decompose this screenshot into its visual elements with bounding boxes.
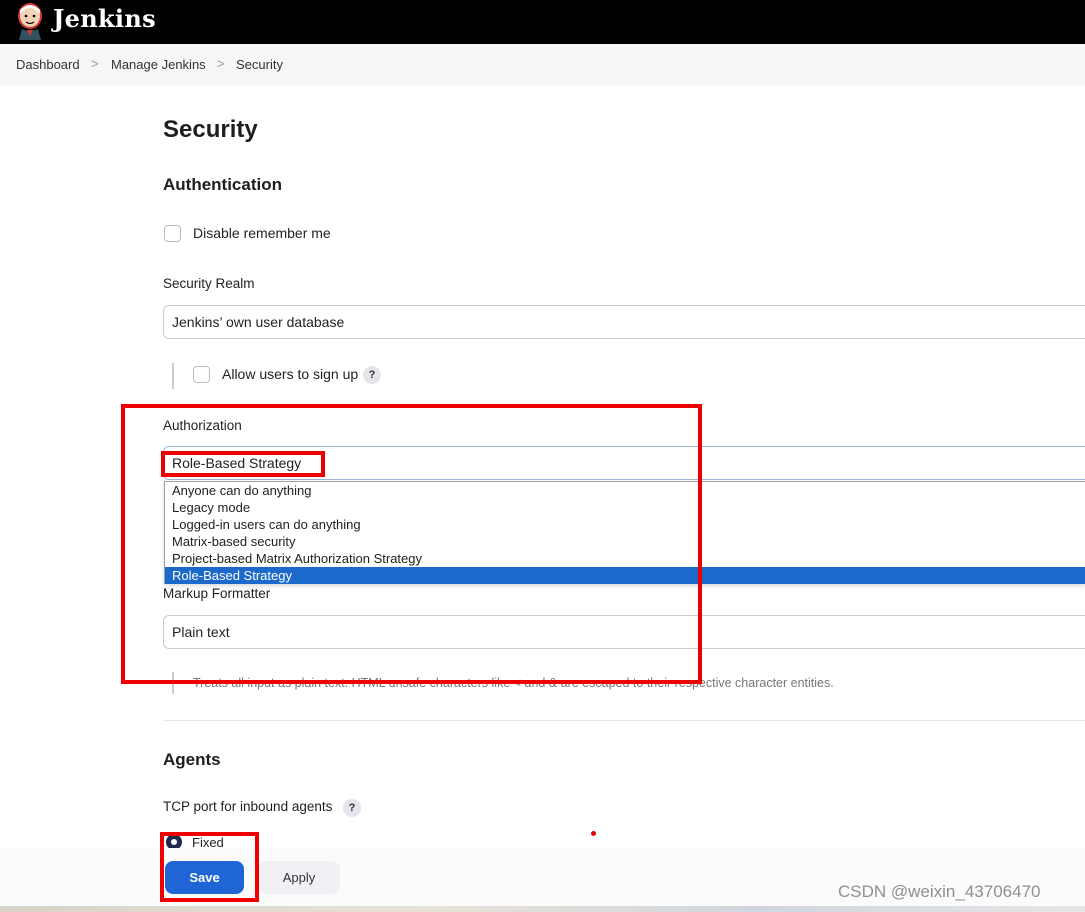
apply-button[interactable]: Apply — [258, 861, 340, 894]
watermark: CSDN @weixin_43706470 — [838, 882, 1041, 901]
help-icon[interactable]: ? — [343, 799, 361, 817]
page-title: Security — [163, 116, 258, 143]
brand-title[interactable]: Jenkins — [53, 4, 156, 33]
jenkins-butler-icon[interactable] — [16, 2, 44, 40]
top-navbar: Jenkins — [0, 0, 1085, 44]
annotation-dot — [591, 831, 596, 836]
taskbar-strip — [0, 906, 1085, 912]
disable-remember-me-label[interactable]: Disable remember me — [193, 225, 331, 241]
tcp-port-label: TCP port for inbound agents — [163, 799, 333, 814]
authentication-heading: Authentication — [163, 175, 282, 194]
chevron-right-icon: > — [91, 56, 99, 71]
disable-remember-me-checkbox[interactable] — [164, 225, 181, 242]
agents-heading: Agents — [163, 750, 221, 769]
allow-signup-label[interactable]: Allow users to sign up — [222, 366, 358, 382]
security-realm-label: Security Realm — [163, 276, 255, 291]
allow-signup-checkbox[interactable] — [193, 366, 210, 383]
annotation-box-selected-value — [161, 451, 325, 477]
annotation-box-save — [160, 832, 259, 902]
annotation-box-authorization — [121, 404, 702, 684]
section-divider — [163, 720, 1085, 721]
breadcrumb-manage-jenkins[interactable]: Manage Jenkins — [111, 57, 206, 72]
nested-option-indent — [172, 363, 174, 389]
help-icon[interactable]: ? — [363, 366, 381, 384]
breadcrumb-security[interactable]: Security — [236, 57, 283, 72]
breadcrumb-dashboard[interactable]: Dashboard — [16, 57, 80, 72]
chevron-right-icon: > — [217, 56, 225, 71]
security-realm-select[interactable]: Jenkins’ own user database — [163, 305, 1085, 339]
breadcrumb: Dashboard > Manage Jenkins > Security — [0, 44, 1085, 85]
